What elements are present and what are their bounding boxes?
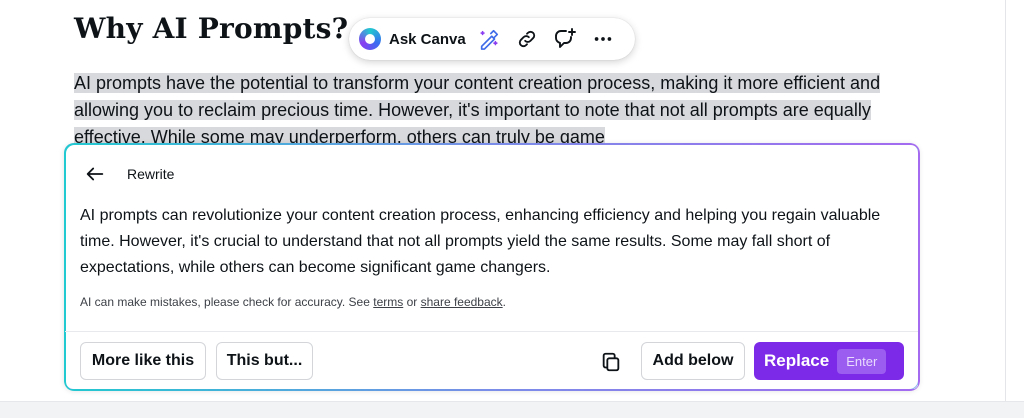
panel-title: Rewrite — [127, 166, 175, 182]
add-below-button[interactable]: Add below — [641, 342, 745, 380]
document-title[interactable]: Why AI Prompts? — [74, 12, 348, 45]
copy-icon[interactable] — [597, 348, 625, 376]
replace-button[interactable]: Replace Enter — [754, 342, 904, 380]
floating-toolbar: Ask Canva — [349, 18, 635, 60]
ai-disclaimer: AI can make mistakes, please check for a… — [80, 295, 506, 309]
magic-write-icon[interactable] — [474, 24, 504, 54]
add-comment-icon[interactable] — [550, 24, 580, 54]
enter-shortcut-badge: Enter — [837, 348, 887, 374]
disclaimer-suffix: . — [502, 295, 506, 309]
more-like-this-button[interactable]: More like this — [80, 342, 206, 380]
canva-assistant-logo-icon[interactable] — [359, 28, 381, 50]
page-edge — [1005, 0, 1006, 418]
disclaimer-middle: or — [403, 295, 421, 309]
share-feedback-link[interactable]: share feedback — [421, 295, 503, 309]
rewrite-result-text: AI prompts can revolutionize your conten… — [80, 207, 881, 276]
selected-text[interactable]: AI prompts have the potential to transfo… — [74, 73, 881, 146]
terms-link[interactable]: terms — [373, 295, 403, 309]
replace-label: Replace — [764, 351, 830, 370]
panel-header: Rewrite — [83, 162, 174, 186]
back-arrow-icon[interactable] — [83, 162, 107, 186]
rewrite-panel: Rewrite AI prompts can revolutionize you… — [64, 143, 919, 390]
link-icon[interactable] — [512, 24, 542, 54]
disclaimer-prefix: AI can make mistakes, please check for a… — [80, 295, 374, 309]
more-options-icon[interactable] — [588, 24, 618, 54]
document-body-text[interactable]: AI prompts have the potential to transfo… — [74, 70, 924, 146]
ask-canva-button[interactable]: Ask Canva — [389, 31, 466, 48]
bottom-bar — [0, 401, 1024, 418]
divider — [65, 331, 918, 332]
this-but-button[interactable]: This but... — [216, 342, 313, 380]
